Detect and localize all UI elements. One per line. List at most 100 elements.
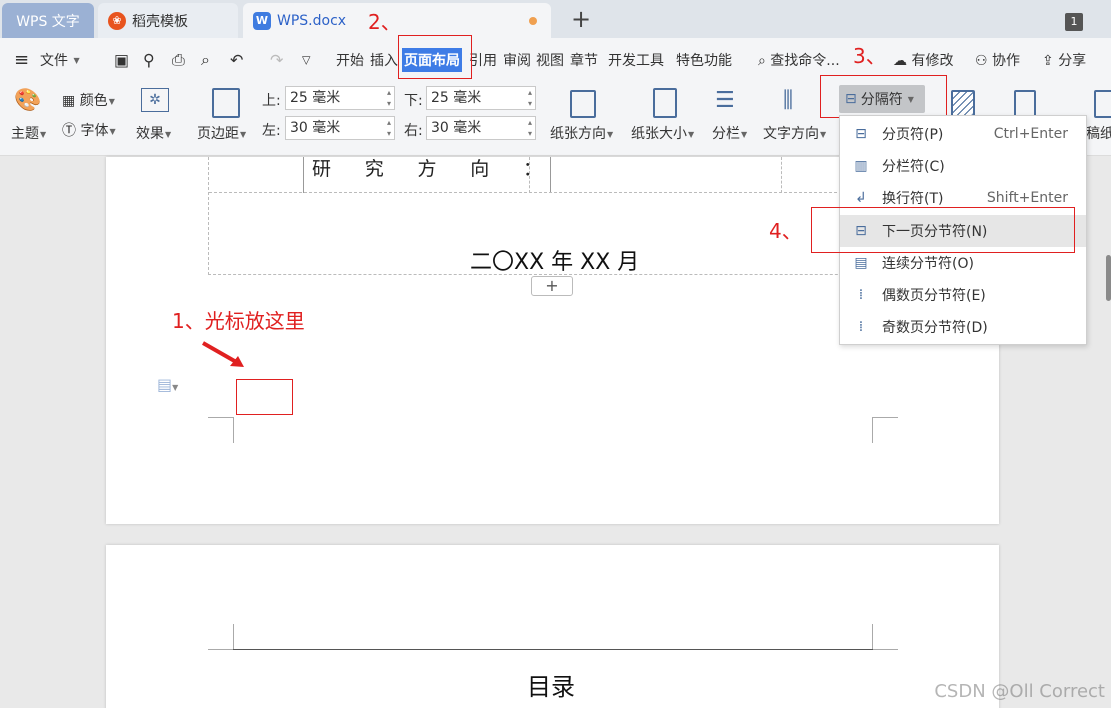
chevron-down-icon: ▼ xyxy=(688,129,695,139)
right-margin-input[interactable]: 30 毫米 xyxy=(426,116,536,140)
column-break-icon: ▥ xyxy=(854,158,868,174)
theme-label: 主题 xyxy=(11,126,39,142)
text-direction-button[interactable]: 文字方向▼ xyxy=(763,123,826,143)
annotation-step4: 4、 xyxy=(769,219,802,243)
dropdown-item-column-break[interactable]: ▥ 分栏符(C) xyxy=(840,150,1086,182)
tab-daoke-templates[interactable]: ❀ 稻壳模板 xyxy=(98,3,238,38)
dropdown-item-shortcut: Ctrl+Enter xyxy=(993,126,1068,142)
annotation-arrow-icon xyxy=(202,341,244,367)
font-t-icon: Ⓣ xyxy=(62,123,76,139)
orientation-icon[interactable] xyxy=(570,90,596,118)
manuscript-icon[interactable] xyxy=(1094,90,1111,118)
left-margin-input[interactable]: 30 毫米 xyxy=(285,116,395,140)
cursor-target-box xyxy=(236,379,293,415)
redo-icon[interactable]: ↷ xyxy=(270,50,283,69)
menu-tab-insert[interactable]: 插入 xyxy=(370,50,398,70)
tab-wps-writer[interactable]: WPS 文字 xyxy=(2,3,94,38)
table-row-divider xyxy=(209,192,897,193)
research-char: 方 xyxy=(417,158,437,180)
menu-tab-view[interactable]: 视图 xyxy=(536,50,564,70)
menu-tab-references[interactable]: 引用 xyxy=(469,50,497,70)
new-tab-button[interactable]: + xyxy=(570,6,592,32)
research-char: ： xyxy=(522,158,542,180)
orientation-label: 纸张方向 xyxy=(550,126,606,142)
margins-button[interactable]: 页边距▼ xyxy=(197,123,246,143)
columns-button[interactable]: 分栏▼ xyxy=(712,123,747,143)
table-divider xyxy=(303,157,304,193)
dropdown-item-even-page-section[interactable]: ⁞ 偶数页分节符(E) xyxy=(840,279,1086,311)
effects-button[interactable]: 效果▼ xyxy=(136,123,171,143)
menu-tab-review[interactable]: 审阅 xyxy=(503,50,531,70)
format-painter-icon[interactable]: ⚲ xyxy=(143,50,155,69)
dropdown-item-label: 连续分节符(O) xyxy=(882,256,974,272)
page-background-icon[interactable] xyxy=(951,90,975,118)
text-direction-icon[interactable]: ⫼ xyxy=(783,88,793,113)
manuscript-label[interactable]: 稿纸 xyxy=(1086,123,1111,143)
dropdown-item-label: 分页符(P) xyxy=(882,127,944,143)
separator-highlight-box xyxy=(820,75,947,118)
hamburger-menu-icon[interactable]: ≡ xyxy=(14,49,29,70)
chevron-down-icon: ▼ xyxy=(165,129,172,139)
page-break-icon: ⊟ xyxy=(855,126,867,142)
collaborate-button[interactable]: ⚇ 协作 xyxy=(975,50,1020,70)
annotation-step3: 3、 xyxy=(853,44,886,68)
color-grid-icon: ▦ xyxy=(62,93,76,109)
columns-icon[interactable]: ☰ xyxy=(715,88,735,113)
tab-document-label: WPS.docx xyxy=(277,12,347,29)
color-label: 颜色 xyxy=(79,93,108,109)
save-icon[interactable]: ▣ xyxy=(114,50,129,69)
chevron-down-icon: ▼ xyxy=(108,96,115,106)
paragraph-layout-icon[interactable]: ▤▼ xyxy=(157,375,178,394)
research-char: 研 xyxy=(312,158,332,180)
left-margin-label: 左: xyxy=(262,123,281,139)
columns-label: 分栏 xyxy=(712,126,740,142)
margin-corner-mark xyxy=(208,624,234,650)
chevron-down-icon: ▼ xyxy=(607,129,614,139)
command-search-label: 查找命令... xyxy=(770,52,840,69)
add-table-row-button[interactable]: + xyxy=(531,276,573,296)
top-margin-input[interactable]: 25 毫米 xyxy=(285,86,395,110)
dropdown-item-odd-page-section[interactable]: ⁞ 奇数页分节符(D) xyxy=(840,311,1086,343)
window-count-badge[interactable]: 1 xyxy=(1065,13,1083,31)
file-menu[interactable]: 文件 ▼ xyxy=(40,50,80,70)
chevron-down-icon: ▼ xyxy=(741,129,748,139)
menu-tab-features[interactable]: 特色功能 xyxy=(676,50,732,70)
share-button[interactable]: ⇪ 分享 xyxy=(1042,50,1086,70)
theme-button[interactable]: 主题▼ xyxy=(11,123,46,143)
margin-corner-mark xyxy=(872,624,898,650)
word-doc-icon: W xyxy=(253,11,271,30)
font-button[interactable]: Ⓣ 字体▼ xyxy=(62,120,116,140)
daoke-logo-icon: ❀ xyxy=(108,11,126,30)
print-preview-icon[interactable]: ⌕ xyxy=(201,50,210,70)
customize-toolbar-icon[interactable]: ▽ xyxy=(302,53,310,66)
print-icon[interactable]: ⎙ xyxy=(172,50,185,70)
color-button[interactable]: ▦ 颜色▼ xyxy=(62,90,115,110)
table-divider xyxy=(550,157,551,193)
menu-tab-start[interactable]: 开始 xyxy=(336,50,364,70)
dropdown-item-shortcut: Shift+Enter xyxy=(986,190,1068,206)
odd-page-section-icon: ⁞ xyxy=(858,319,864,335)
dropdown-item-page-break[interactable]: ⊟ 分页符(P) Ctrl+Enter xyxy=(840,118,1086,150)
page-border-icon[interactable] xyxy=(1014,90,1036,118)
margins-icon[interactable] xyxy=(212,88,240,118)
effects-icon[interactable]: ✲ xyxy=(141,88,169,112)
dropdown-item-label: 奇数页分节符(D) xyxy=(882,320,988,336)
header-line xyxy=(233,649,873,650)
theme-palette-icon[interactable]: 🎨 xyxy=(14,88,41,113)
collaborate-label: 协作 xyxy=(992,52,1021,69)
margin-corner-mark xyxy=(872,417,898,443)
paper-size-icon[interactable] xyxy=(653,88,677,118)
paper-size-button[interactable]: 纸张大小▼ xyxy=(631,123,694,143)
dropdown-item-label: 换行符(T) xyxy=(882,191,944,207)
menu-tab-developer[interactable]: 开发工具 xyxy=(608,50,664,70)
share-icon: ⇪ xyxy=(1042,52,1054,69)
scrollbar-thumb[interactable] xyxy=(1106,255,1111,301)
tab-bar: WPS 文字 ❀ 稻壳模板 W WPS.docx + 1 xyxy=(0,0,1111,38)
menu-tab-chapter[interactable]: 章节 xyxy=(570,50,598,70)
changes-button[interactable]: ☁ 有修改 xyxy=(893,50,953,70)
command-search[interactable]: ⌕ 查找命令... xyxy=(758,50,840,70)
toc-title: 目录 xyxy=(527,673,575,701)
orientation-button[interactable]: 纸张方向▼ xyxy=(550,123,613,143)
bottom-margin-input[interactable]: 25 毫米 xyxy=(426,86,536,110)
undo-icon[interactable]: ↶ xyxy=(230,50,243,69)
